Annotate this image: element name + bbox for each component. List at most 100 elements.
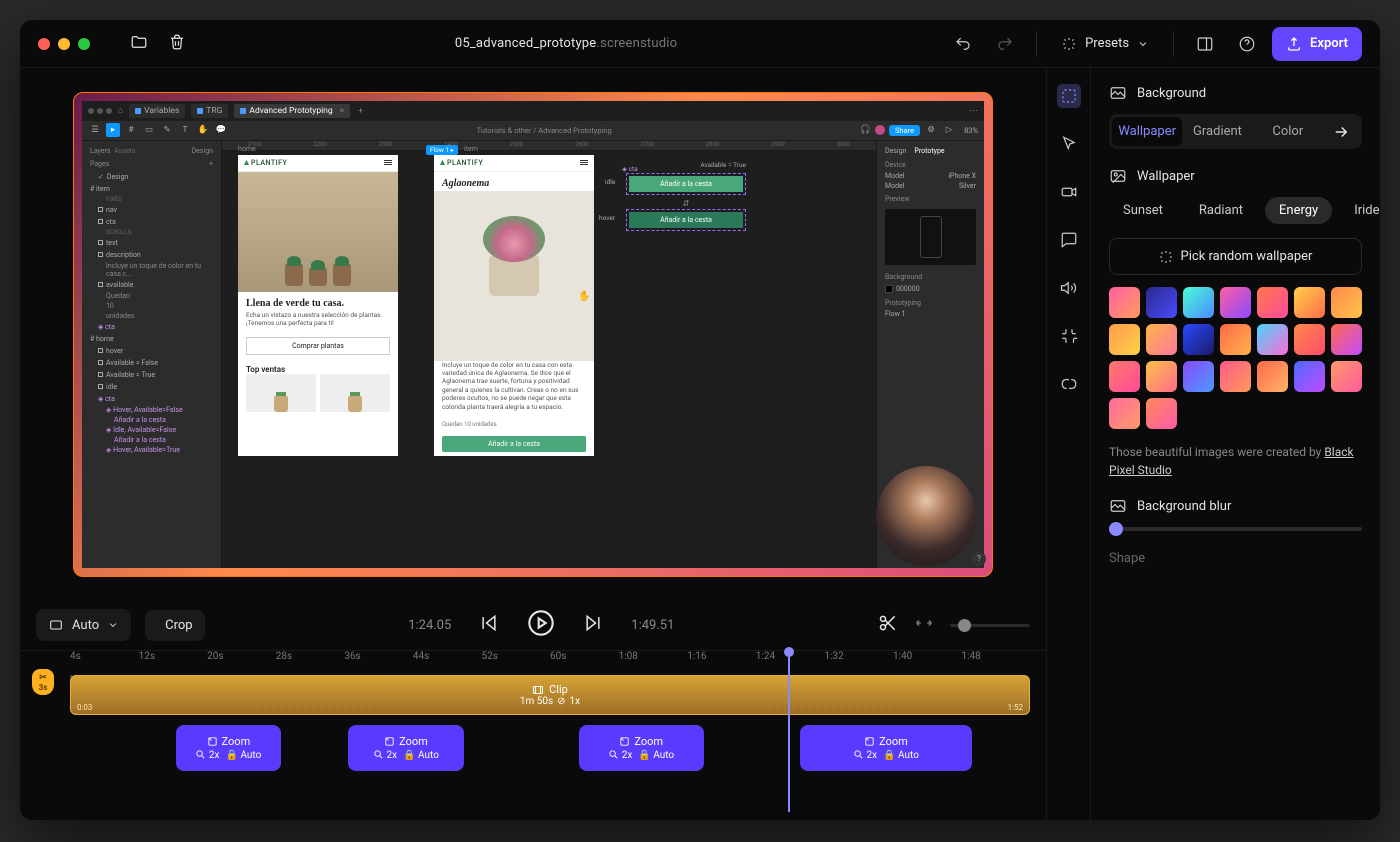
- playhead[interactable]: [788, 653, 790, 812]
- redo-icon[interactable]: [988, 27, 1022, 61]
- presets-dropdown[interactable]: Presets: [1051, 27, 1159, 61]
- layer-item: nav: [86, 204, 217, 216]
- export-button[interactable]: Export: [1272, 27, 1362, 61]
- cut-icon[interactable]: [878, 613, 898, 637]
- wallpaper-grid: [1109, 287, 1362, 429]
- add-to-cart-button: Añadir a la cesta: [442, 436, 586, 452]
- titlebar-right: Presets Export: [946, 27, 1362, 61]
- wallpaper-swatch[interactable]: [1294, 324, 1325, 355]
- wallpaper-swatch[interactable]: [1109, 361, 1140, 392]
- wallpaper-swatch[interactable]: [1220, 287, 1251, 318]
- layer-item: hover: [86, 345, 217, 357]
- tab-color[interactable]: Color: [1253, 117, 1323, 146]
- shortcut-tool-icon[interactable]: [1057, 324, 1081, 348]
- more-tabs-icon[interactable]: [1323, 117, 1359, 146]
- minimize-window-icon[interactable]: [58, 38, 70, 50]
- hand-cursor-icon: ✋: [578, 291, 590, 302]
- folder-icon[interactable]: [130, 33, 148, 55]
- help-icon[interactable]: [1230, 27, 1264, 61]
- title-ext: .screenstudio: [596, 36, 677, 51]
- wallpaper-swatch[interactable]: [1257, 324, 1288, 355]
- zoom-window-icon[interactable]: [78, 38, 90, 50]
- tab-wallpaper[interactable]: Wallpaper: [1112, 117, 1182, 146]
- skip-end-button[interactable]: [583, 613, 603, 637]
- preview-viewport[interactable]: ⌂ Variables TRG Advanced Prototyping× + …: [20, 68, 1046, 600]
- wallpaper-swatch[interactable]: [1294, 287, 1325, 318]
- undo-icon[interactable]: [946, 27, 980, 61]
- tab-gradient[interactable]: Gradient: [1182, 117, 1252, 146]
- caption-tool-icon[interactable]: [1057, 228, 1081, 252]
- play-button[interactable]: [527, 609, 555, 641]
- layer-item: idle: [86, 381, 217, 393]
- wallpaper-swatch[interactable]: [1257, 287, 1288, 318]
- figma-tab: Variables: [129, 104, 185, 118]
- wallpaper-swatch[interactable]: [1109, 398, 1140, 429]
- effects-tool-icon[interactable]: [1057, 372, 1081, 396]
- wallpaper-swatch[interactable]: [1331, 361, 1362, 392]
- audio-tool-icon[interactable]: [1057, 276, 1081, 300]
- layer-item: description: [86, 249, 217, 261]
- wallpaper-swatch[interactable]: [1220, 361, 1251, 392]
- panel-layout-icon[interactable]: [1188, 27, 1222, 61]
- blur-section-header: Background blur: [1109, 497, 1362, 515]
- wallpaper-swatch[interactable]: [1183, 361, 1214, 392]
- layer-item: FIXED: [86, 195, 217, 204]
- timeline-zoom-slider[interactable]: [950, 624, 1030, 627]
- timeline-tick: 44s: [413, 651, 482, 675]
- comprar-button: Comprar plantas: [246, 337, 390, 355]
- layer-item: Incluye un toque de color en tu casa c..…: [86, 261, 217, 279]
- blur-slider[interactable]: [1109, 527, 1362, 531]
- layer-item: ◈ Idle, Available=False: [86, 425, 217, 435]
- timeline-tick: 1:48: [962, 651, 1031, 675]
- inspector-panel: Background Wallpaper Gradient Color Wall…: [1090, 68, 1380, 820]
- wallpaper-swatch[interactable]: [1183, 287, 1214, 318]
- layer-item: # item: [86, 183, 217, 195]
- titlebar: 05_advanced_prototype.screenstudio Prese…: [20, 20, 1380, 68]
- timeline-tick: 36s: [344, 651, 413, 675]
- zoom-segment[interactable]: Zoom 2x🔒 Auto: [579, 725, 704, 771]
- wallpaper-swatch[interactable]: [1146, 324, 1177, 355]
- zoom-segment[interactable]: Zoom 2x🔒 Auto: [800, 725, 973, 771]
- cut-stub[interactable]: 3s: [32, 669, 54, 695]
- category-chip[interactable]: Iridescent: [1340, 197, 1380, 224]
- timeline[interactable]: 3s 4s12s20s28s36s44s52s60s1:081:161:241:…: [20, 650, 1046, 820]
- wallpaper-categories: SunsetRadiantEnergyIridescentMidi: [1091, 197, 1380, 224]
- layer-item: available: [86, 279, 217, 291]
- wallpaper-swatch[interactable]: [1331, 287, 1362, 318]
- layer-item: Añadir a la cesta: [86, 415, 217, 425]
- wallpaper-swatch[interactable]: [1146, 361, 1177, 392]
- category-chip[interactable]: Radiant: [1185, 197, 1257, 224]
- wallpaper-swatch[interactable]: [1146, 287, 1177, 318]
- shape-section-header: Shape: [1109, 551, 1362, 566]
- webcam-overlay[interactable]: [876, 466, 976, 566]
- wallpaper-swatch[interactable]: [1109, 324, 1140, 355]
- clip-end-time: 1:52: [1008, 703, 1023, 712]
- wallpaper-swatch[interactable]: [1294, 361, 1325, 392]
- zoom-segment[interactable]: Zoom 2x🔒 Auto: [176, 725, 282, 771]
- wallpaper-swatch[interactable]: [1146, 398, 1177, 429]
- clip-track[interactable]: 0:03 1:52 Clip 1m 50s ⊘1x: [70, 675, 1030, 715]
- layer-item: Quedan: [86, 291, 217, 301]
- wallpaper-swatch[interactable]: [1220, 324, 1251, 355]
- help-badge-icon: ?: [972, 552, 986, 566]
- close-window-icon[interactable]: [38, 38, 50, 50]
- skip-start-button[interactable]: [479, 613, 499, 637]
- wallpaper-swatch[interactable]: [1183, 324, 1214, 355]
- wallpaper-swatch[interactable]: [1257, 361, 1288, 392]
- clip-start-time: 0:03: [77, 703, 92, 712]
- auto-size-dropdown[interactable]: Auto: [36, 609, 131, 641]
- wallpaper-swatch[interactable]: [1331, 324, 1362, 355]
- zoom-segment[interactable]: Zoom 2x🔒 Auto: [348, 725, 463, 771]
- wallpaper-section-header: Wallpaper: [1109, 167, 1362, 185]
- trash-icon[interactable]: [168, 33, 186, 55]
- cursor-tool-icon[interactable]: [1057, 132, 1081, 156]
- crop-button[interactable]: Crop: [145, 610, 204, 641]
- fit-width-icon[interactable]: [914, 613, 934, 637]
- random-wallpaper-button[interactable]: Pick random wallpaper: [1109, 238, 1362, 275]
- category-chip[interactable]: Sunset: [1109, 197, 1177, 224]
- category-chip[interactable]: Energy: [1265, 197, 1332, 224]
- wallpaper-swatch[interactable]: [1109, 287, 1140, 318]
- frame-tool-icon[interactable]: [1057, 84, 1081, 108]
- camera-tool-icon[interactable]: [1057, 180, 1081, 204]
- layer-item: ◈ Hover, Available=True: [86, 445, 217, 455]
